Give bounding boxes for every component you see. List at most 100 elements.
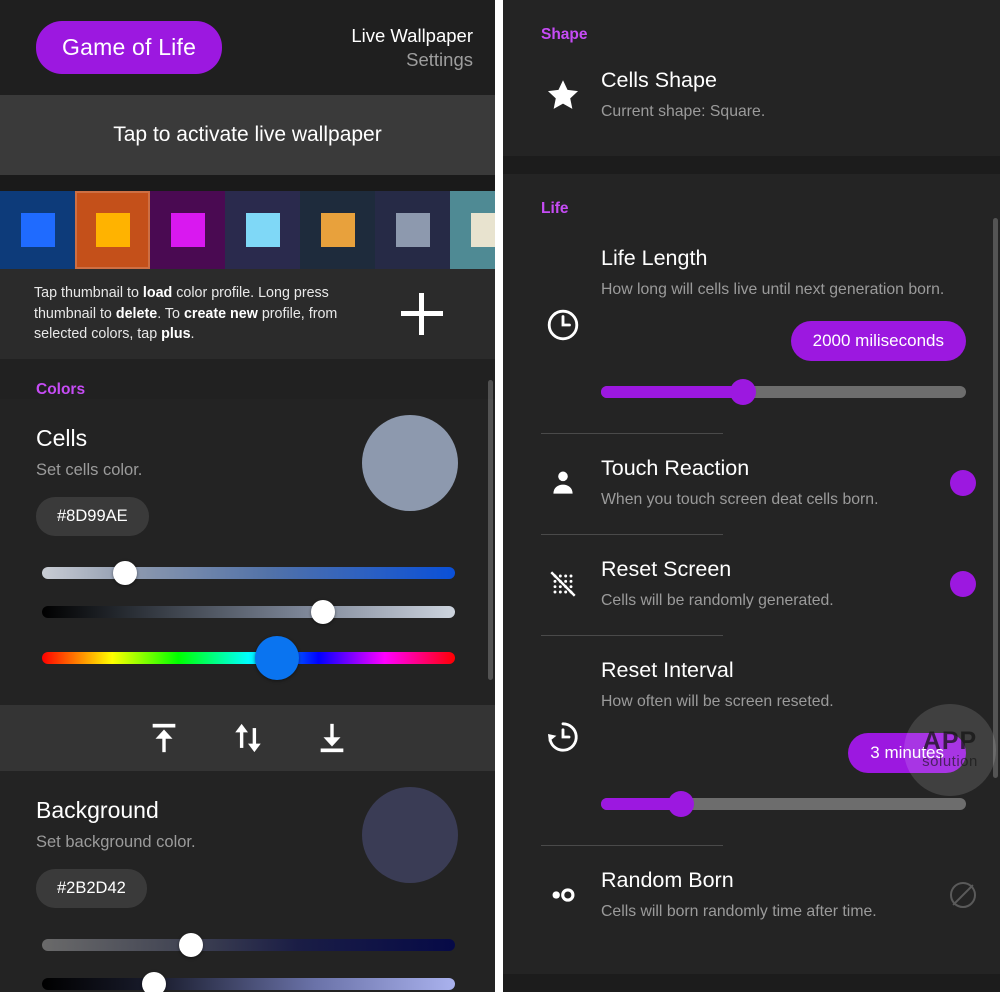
color-profile-strip[interactable] — [0, 191, 495, 269]
add-profile-button[interactable] — [401, 293, 443, 336]
thumbnail-profile-cream[interactable] — [450, 191, 495, 269]
background-value-slider[interactable] — [42, 969, 455, 992]
random-born-toggle[interactable] — [950, 881, 976, 908]
thumbnail-swatch — [470, 213, 495, 247]
reset-interval-slider[interactable] — [601, 790, 966, 817]
cells-shape-row[interactable]: Cells Shape Current shape: Square. — [503, 44, 1000, 156]
thumbnail-swatch — [170, 213, 205, 247]
cells-shape-body: Cells Shape Current shape: Square. — [585, 68, 976, 122]
reset-interval-badge: 3 minutes — [848, 732, 966, 773]
activate-wallpaper-label: Tap to activate live wallpaper — [113, 123, 382, 146]
cells-sliders — [0, 536, 495, 681]
thumbnail-swatch — [20, 213, 55, 247]
cells-saturation-slider[interactable] — [42, 558, 455, 588]
appbar-subtitle-group: Live Wallpaper Settings — [351, 24, 473, 70]
star-icon — [541, 78, 585, 112]
clock-icon — [541, 307, 585, 343]
cells-saturation-track — [42, 567, 455, 580]
cells-value-slider[interactable] — [42, 597, 455, 627]
shape-card: Shape Cells Shape Current shape: Square. — [503, 0, 1000, 157]
cells-value-knob[interactable] — [310, 600, 335, 625]
thumbnail-profile-blue[interactable] — [0, 191, 75, 269]
left-scrollbar[interactable] — [488, 380, 493, 680]
life-length-title: Life Length — [601, 246, 708, 271]
life-card: Life Life Length How long will cells liv… — [503, 174, 1000, 975]
random-born-title: Random Born — [601, 867, 734, 892]
thumbnail-swatch — [395, 213, 430, 247]
cells-saturation-knob[interactable] — [112, 561, 137, 586]
background-hex-chip[interactable]: #2B2D42 — [36, 869, 147, 909]
reset-screen-toggle[interactable] — [950, 571, 976, 598]
life-length-knob[interactable] — [730, 378, 757, 405]
background-value-track — [42, 978, 455, 991]
background-value-knob[interactable] — [141, 972, 166, 992]
cells-color-swatch — [362, 415, 458, 512]
reset-screen-subtitle: Cells will be randomly generated. — [601, 591, 834, 609]
life-length-subtitle: How long will cells live until next gene… — [601, 281, 945, 299]
screen-divider — [495, 0, 503, 992]
life-length-body: Life Length How long will cells live unt… — [585, 246, 976, 405]
cells-hue-knob[interactable] — [255, 636, 300, 681]
life-section-label: Life — [541, 200, 569, 218]
touch-reaction-title: Touch Reaction — [601, 455, 750, 480]
life-length-badge: 2000 miliseconds — [790, 320, 966, 361]
background-saturation-slider[interactable] — [42, 930, 455, 960]
background-saturation-track — [42, 939, 455, 952]
spacer-dark — [0, 175, 495, 191]
profile-hint-row: Tap thumbnail to load color profile. Lon… — [0, 269, 495, 360]
activate-wallpaper-banner[interactable]: Tap to activate live wallpaper — [0, 95, 495, 175]
cells-hue-slider[interactable] — [42, 636, 455, 681]
reset-screen-title: Reset Screen — [601, 556, 732, 581]
download-icon[interactable] — [315, 721, 349, 755]
app-bar: Game of Life Live Wallpaper Settings — [0, 0, 495, 95]
touch-reaction-subtitle: When you touch screen deat cells born. — [601, 490, 879, 508]
app-title-pill[interactable]: Game of Life — [36, 21, 223, 74]
touch-reaction-row[interactable]: Touch Reaction When you touch screen dea… — [503, 434, 1000, 534]
random-born-row[interactable]: Random Born Cells will born randomly tim… — [503, 846, 1000, 948]
cells-color-block: Cells Set cells color. #8D99AE — [0, 399, 495, 706]
cells-hex-chip[interactable]: #8D99AE — [36, 497, 149, 537]
thumbnail-swatch — [245, 213, 280, 247]
touch-reaction-body: Touch Reaction When you touch screen dea… — [585, 456, 944, 510]
thumbnail-profile-magenta[interactable] — [150, 191, 225, 269]
life-length-row[interactable]: Life Length How long will cells live unt… — [503, 218, 1000, 410]
cells-value-track — [42, 606, 455, 619]
thumbnail-profile-amber[interactable] — [300, 191, 375, 269]
reset-interval-body: Reset Interval How often will be screen … — [585, 658, 976, 817]
upload-icon[interactable] — [147, 721, 181, 755]
reset-interval-knob[interactable] — [668, 790, 695, 817]
cells-hue-track — [42, 652, 455, 665]
appbar-line-2: Settings — [406, 48, 473, 70]
reset-screen-body: Reset Screen Cells will be randomly gene… — [585, 557, 944, 611]
section-gap — [503, 156, 1000, 175]
life-length-slider[interactable] — [601, 378, 966, 405]
cells-shape-title: Cells Shape — [601, 68, 717, 92]
reset-interval-subtitle: How often will be screen reseted. — [601, 693, 834, 711]
reset-interval-row[interactable]: Reset Interval How often will be screen … — [503, 636, 1000, 822]
scatter-off-icon — [541, 568, 585, 600]
thumbnail-profile-cyan[interactable] — [225, 191, 300, 269]
background-sliders — [0, 908, 495, 992]
background-saturation-knob[interactable] — [178, 933, 203, 958]
thumbnail-profile-orange[interactable] — [75, 191, 150, 269]
right-phone-screen: Shape Cells Shape Current shape: Square.… — [503, 0, 1000, 992]
profile-toolbar — [0, 705, 495, 772]
appbar-line-1: Live Wallpaper — [351, 25, 473, 47]
profile-hint-text: Tap thumbnail to load color profile. Lon… — [34, 285, 338, 343]
cells-header: Cells Set cells color. #8D99AE — [0, 399, 495, 537]
left-phone-screen: Game of Life Live Wallpaper Settings Tap… — [0, 0, 495, 992]
two-dots-icon — [541, 878, 585, 912]
swap-icon[interactable] — [231, 721, 265, 755]
random-born-body: Random Born Cells will born randomly tim… — [585, 868, 944, 922]
background-color-block: Background Set background color. #2B2D42 — [0, 771, 495, 992]
life-length-fill — [601, 385, 744, 398]
colors-section-label: Colors — [36, 381, 86, 399]
random-born-subtitle: Cells will born randomly time after time… — [601, 902, 877, 920]
dual-screenshot: Game of Life Live Wallpaper Settings Tap… — [0, 0, 1000, 992]
person-icon — [541, 467, 585, 499]
touch-reaction-toggle[interactable] — [950, 469, 976, 496]
right-scrollbar[interactable] — [993, 218, 998, 778]
thumbnail-profile-slate[interactable] — [375, 191, 450, 269]
reset-screen-row[interactable]: Reset Screen Cells will be randomly gene… — [503, 535, 1000, 635]
cells-shape-subtitle: Current shape: Square. — [601, 103, 766, 120]
